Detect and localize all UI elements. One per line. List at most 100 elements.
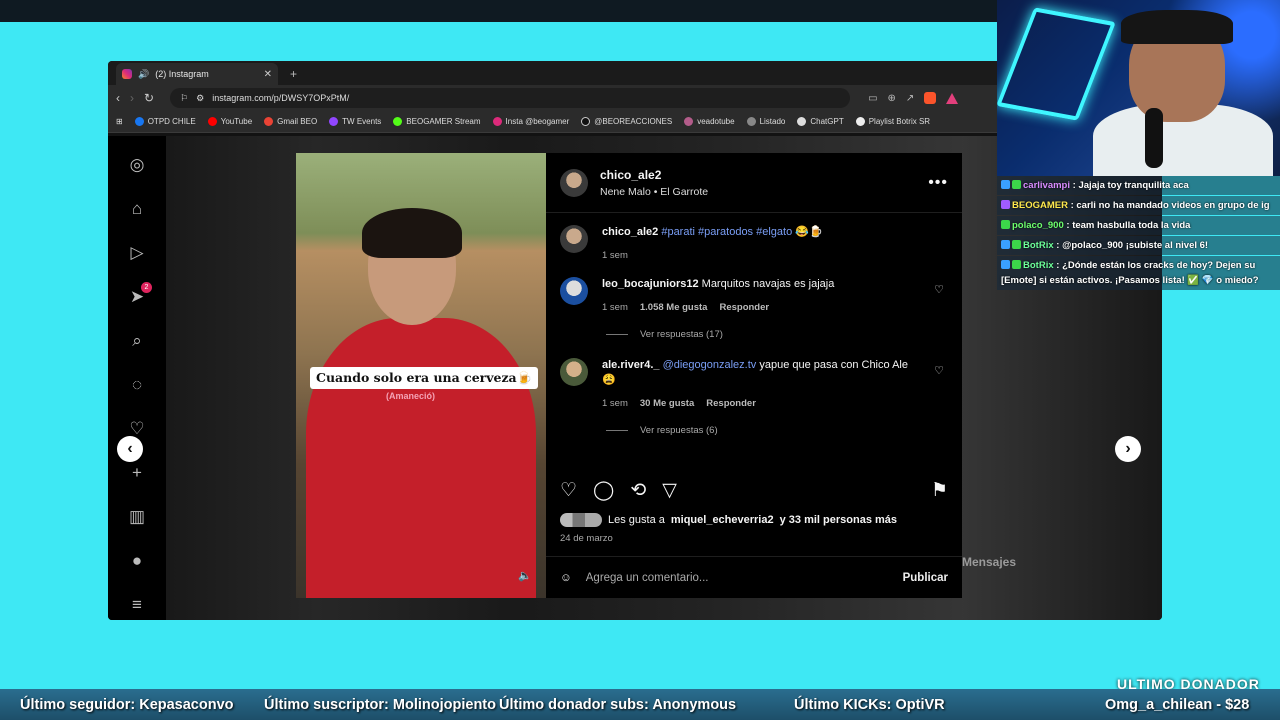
more-options-icon[interactable]: ••• (928, 174, 948, 192)
home-icon[interactable]: ⌂ (126, 198, 148, 220)
video-subject-body (306, 318, 536, 598)
bookmark-label: TW Events (342, 117, 382, 126)
comment-likes[interactable]: 1.058 Me gusta (640, 300, 708, 315)
webcam-overlay (997, 0, 1280, 176)
zoom-icon[interactable]: ⊕ (888, 93, 896, 104)
reels-icon[interactable]: ▷ (126, 242, 148, 264)
comment-likes[interactable]: 30 Me gusta (640, 396, 694, 411)
video-subject-hair (362, 208, 462, 258)
comment-icon[interactable]: ◯ (593, 479, 614, 502)
bookmark-item[interactable]: Playlist Botrix SR (855, 117, 930, 126)
repost-icon[interactable]: ⟲ (630, 479, 646, 502)
publish-button[interactable]: Publicar (903, 572, 948, 584)
site-info-icon[interactable]: ⚙ (196, 93, 204, 104)
last-donor: Omg_a_chilean - $28 (1105, 696, 1250, 713)
comment-user[interactable]: ale.river4._ (602, 359, 660, 371)
profile-avatar-icon[interactable]: ● (126, 550, 148, 572)
comment-time: 1 sem (602, 398, 628, 409)
bookmark-item[interactable]: TW Events (329, 117, 381, 126)
create-icon[interactable]: + (126, 462, 148, 484)
bookmark-label: ChatGPT (810, 117, 844, 126)
comment-time: 1 sem (602, 302, 628, 313)
chat-user: BEOGAMER (1012, 200, 1068, 211)
new-tab-icon[interactable]: + (290, 67, 297, 81)
avatar[interactable] (560, 277, 588, 305)
save-icon[interactable]: ⚑ (931, 479, 948, 502)
chat-message: BotRix : @polaco_900 ¡subiste al nivel 6… (997, 236, 1280, 255)
search-icon[interactable]: ⌕ (126, 330, 148, 352)
next-post-button[interactable]: › (1115, 436, 1141, 462)
view-replies[interactable]: Ver respuestas (17) (606, 329, 948, 340)
post-header: chico_ale2 Nene Malo • El Garrote ••• (546, 153, 962, 213)
microphone (1145, 108, 1163, 168)
close-tab-icon[interactable]: ✕ (264, 69, 272, 80)
menu-icon[interactable]: ≡ (126, 594, 148, 616)
chat-user: BotRix (1023, 240, 1054, 251)
like-comment-icon[interactable]: ♡ (934, 364, 944, 377)
messages-button[interactable]: Mensajes (962, 544, 1132, 580)
bookmark-label: BEOGAMER Stream (406, 117, 481, 126)
avatar[interactable] (560, 225, 588, 253)
explore-icon[interactable]: ◌ (126, 374, 148, 396)
caption-comment: chico_ale2 #parati #paratodos #elgato 😂🍺… (560, 225, 948, 263)
post-username[interactable]: chico_ale2 (600, 168, 708, 182)
mute-icon[interactable]: 🔈 (518, 569, 532, 582)
bookmark-item[interactable]: ChatGPT (797, 117, 844, 126)
bookmark-icon[interactable]: ⚐ (180, 93, 188, 104)
apps-grid-icon[interactable]: ⊞ (116, 117, 123, 126)
url-field[interactable]: ⚐ ⚙ instagram.com/p/DWSY7OPxPtM/ (170, 88, 851, 108)
divider (606, 334, 628, 335)
bookmark-item[interactable]: Gmail BEO (264, 117, 317, 126)
emoji-icon[interactable]: ☺ (560, 572, 572, 584)
bookmark-item[interactable]: Insta @beogamer (492, 117, 570, 126)
chat-message: BotRix : ¿Dónde están los cracks de hoy?… (997, 256, 1280, 290)
post-actions: ♡ ◯ ⟲ ▽ ⚑ (560, 479, 948, 502)
like-icon[interactable]: ♡ (560, 479, 577, 502)
bookmark-item[interactable]: veadotube (684, 117, 735, 126)
bookmark-item[interactable]: YouTube (207, 117, 252, 126)
last-follower: Último seguidor: Kepasaconvo (20, 696, 234, 713)
brave-shield-icon[interactable] (924, 92, 937, 104)
forward-icon[interactable]: › (130, 91, 134, 105)
like-comment-icon[interactable]: ♡ (934, 283, 944, 296)
view-replies[interactable]: Ver respuestas (6) (606, 425, 948, 436)
back-icon[interactable]: ‹ (116, 91, 120, 105)
bookmark-item[interactable]: BEOGAMER Stream (393, 117, 481, 126)
brave-rewards-icon[interactable] (946, 92, 959, 104)
reply-button[interactable]: Responder (719, 300, 769, 315)
comment-mention[interactable]: @diegogonzalez.tv (663, 359, 757, 371)
chat-text: : carli no ha mandado videos en grupo de… (1070, 200, 1270, 211)
comment-input[interactable]: Agrega un comentario... (586, 572, 709, 584)
stream-chat: carlivampi : Jajaja toy tranquilita aca … (997, 176, 1280, 291)
post-audio[interactable]: Nene Malo • El Garrote (600, 186, 708, 198)
notification-badge: 2 (141, 282, 152, 293)
comment-user[interactable]: leo_bocajuniors12 (602, 278, 699, 290)
tab-instagram[interactable]: 🔊 (2) Instagram ✕ (116, 63, 278, 85)
likes-prefix: Les gusta a (608, 514, 665, 526)
chat-message: carlivampi : Jajaja toy tranquilita aca (997, 176, 1280, 195)
caption-hashtags[interactable]: #parati #paratodos #elgato 😂🍺 (661, 226, 822, 238)
instagram-sidebar: ◎ ⌂ ▷ ➤ 2 ⌕ ◌ ♡ + ▥ ● ≡ (108, 136, 166, 620)
instagram-logo-icon[interactable]: ◎ (126, 154, 148, 176)
dashboard-icon[interactable]: ▥ (126, 506, 148, 528)
reload-icon[interactable]: ↻ (144, 91, 154, 105)
share-icon[interactable]: ▽ (662, 479, 677, 502)
liker-avatars (560, 513, 602, 527)
cast-icon[interactable]: ▭ (868, 93, 877, 104)
bookmark-label: Gmail BEO (277, 117, 318, 126)
likes-user[interactable]: miquel_echeverria2 (671, 514, 774, 526)
bookmark-item[interactable]: @BEOREACCIONES (581, 117, 672, 126)
post-video[interactable]: Cuando solo era una cerveza🍺 (Amaneció) … (296, 153, 546, 598)
reply-button[interactable]: Responder (706, 396, 756, 411)
share-icon[interactable]: ↗ (906, 93, 914, 104)
bookmark-label: Insta @beogamer (505, 117, 570, 126)
likes-suffix[interactable]: y 33 mil personas más (780, 514, 897, 526)
comment-user[interactable]: chico_ale2 (602, 226, 658, 238)
avatar[interactable] (560, 358, 588, 386)
likes-summary: Les gusta a miquel_echeverria2 y 33 mil … (560, 513, 897, 527)
bookmark-item[interactable]: Listado (746, 117, 785, 126)
direct-icon[interactable]: ➤ 2 (126, 282, 152, 308)
previous-post-button[interactable]: ‹ (117, 436, 143, 462)
bookmark-item[interactable]: OTPD CHILE (134, 117, 196, 126)
avatar[interactable] (560, 168, 588, 197)
